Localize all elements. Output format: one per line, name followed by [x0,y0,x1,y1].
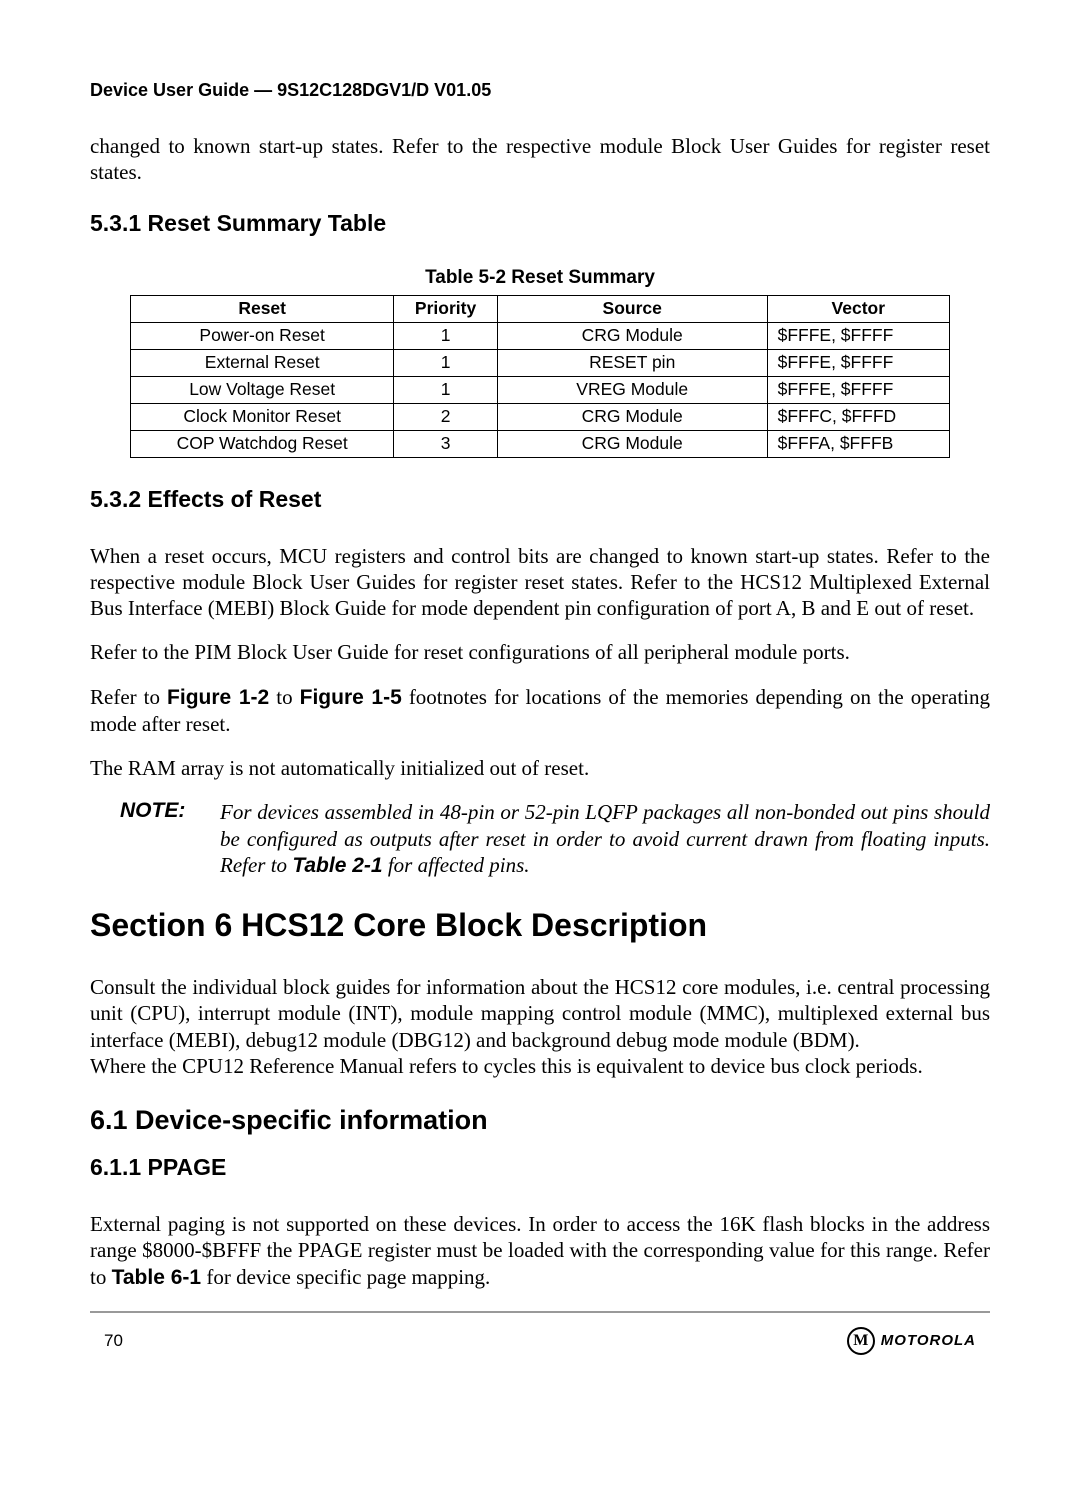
table-row: COP Watchdog Reset 3 CRG Module $FFFA, $… [131,430,950,457]
note-block: NOTE: For devices assembled in 48-pin or… [120,799,990,879]
page-footer: 70 M MOTOROLA [90,1327,990,1355]
figure-1-5-ref: Figure 1-5 [300,686,402,709]
section6-p2: Where the CPU12 Reference Manual refers … [90,1053,990,1079]
col-vector: Vector [767,295,949,322]
cell: 2 [394,403,497,430]
note-body: For devices assembled in 48-pin or 52-pi… [220,799,990,879]
cell: CRG Module [497,403,767,430]
cell: CRG Module [497,430,767,457]
text: for affected pins. [383,853,530,877]
cell: CRG Module [497,322,767,349]
s532-p2: Refer to the PIM Block User Guide for re… [90,639,990,665]
s532-p4: The RAM array is not automatically initi… [90,755,990,781]
cell: $FFFE, $FFFF [767,376,949,403]
figure-1-2-ref: Figure 1-2 [167,686,269,709]
cell: External Reset [131,349,394,376]
cell: COP Watchdog Reset [131,430,394,457]
table-2-1-ref: Table 2-1 [292,854,382,877]
cell: 1 [394,376,497,403]
cell: Power-on Reset [131,322,394,349]
cell: $FFFE, $FFFF [767,322,949,349]
motorola-wordmark: MOTOROLA [881,1332,976,1349]
text: Refer to [90,685,167,709]
cell: $FFFA, $FFFB [767,430,949,457]
section6-p1: Consult the individual block guides for … [90,974,990,1053]
reset-summary-table: Reset Priority Source Vector Power-on Re… [130,295,950,458]
heading-section-6: Section 6 HCS12 Core Block Description [90,907,990,944]
table-6-1-ref: Table 6-1 [112,1266,201,1289]
cell: 3 [394,430,497,457]
page-number: 70 [104,1331,123,1351]
text: for device specific page mapping. [201,1265,490,1289]
heading-5-3-1: 5.3.1 Reset Summary Table [90,210,990,237]
table-row: External Reset 1 RESET pin $FFFE, $FFFF [131,349,950,376]
table-row: Clock Monitor Reset 2 CRG Module $FFFC, … [131,403,950,430]
cell: $FFFC, $FFFD [767,403,949,430]
col-source: Source [497,295,767,322]
cell: 1 [394,349,497,376]
footer-rule [90,1311,990,1313]
col-priority: Priority [394,295,497,322]
col-reset: Reset [131,295,394,322]
note-label: NOTE: [120,799,220,879]
table-header-row: Reset Priority Source Vector [131,295,950,322]
motorola-icon: M [847,1327,875,1355]
s611-p: External paging is not supported on thes… [90,1211,990,1291]
table-row: Power-on Reset 1 CRG Module $FFFE, $FFFF [131,322,950,349]
page: Device User Guide — 9S12C128DGV1/D V01.0… [0,0,1080,1485]
s532-p1: When a reset occurs, MCU registers and c… [90,543,990,622]
intro-paragraph: changed to known start-up states. Refer … [90,133,990,186]
heading-6-1-1: 6.1.1 PPAGE [90,1154,990,1181]
motorola-logo: M MOTOROLA [847,1327,976,1355]
cell: 1 [394,322,497,349]
table-5-2-caption: Table 5-2 Reset Summary [90,267,990,289]
heading-5-3-2: 5.3.2 Effects of Reset [90,486,990,513]
heading-6-1: 6.1 Device-specific information [90,1105,990,1136]
text: to [269,685,299,709]
cell: RESET pin [497,349,767,376]
table-row: Low Voltage Reset 1 VREG Module $FFFE, $… [131,376,950,403]
cell: Clock Monitor Reset [131,403,394,430]
s532-p3: Refer to Figure 1-2 to Figure 1-5 footno… [90,684,990,738]
document-header: Device User Guide — 9S12C128DGV1/D V01.0… [90,80,990,101]
cell: Low Voltage Reset [131,376,394,403]
cell: VREG Module [497,376,767,403]
cell: $FFFE, $FFFF [767,349,949,376]
